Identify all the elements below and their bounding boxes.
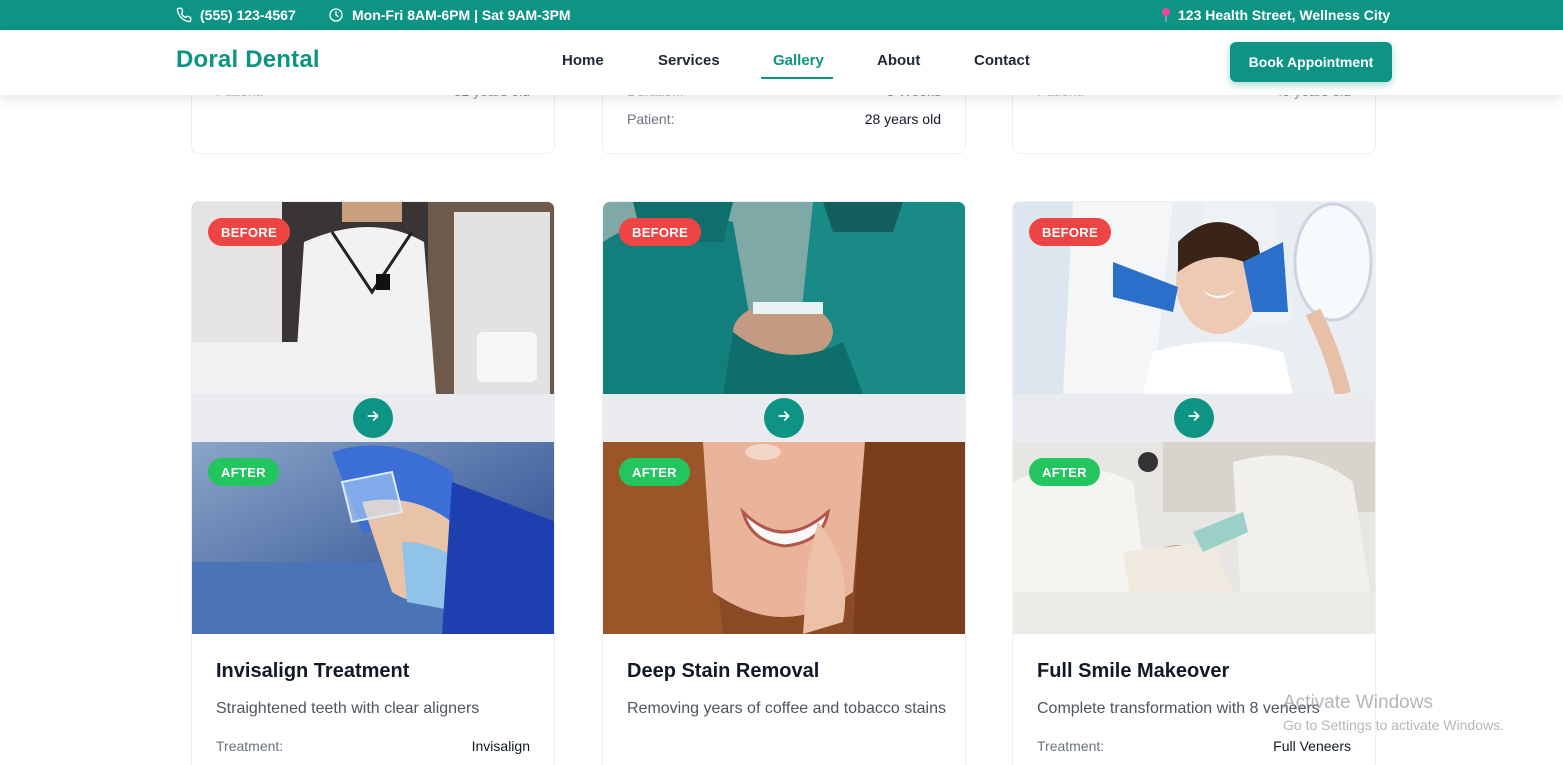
opening-hours: Mon-Fri 8AM-6PM | Sat 9AM-3PM (328, 0, 571, 30)
gallery-card: BEFORE AFTER Invisalign Treatment Straig… (191, 201, 555, 765)
gallery-card: BEFORE AFTER Full Smile Makeover Complet… (1012, 201, 1376, 765)
detail-label: Treatment: (1037, 738, 1105, 754)
hours-text: Mon-Fri 8AM-6PM | Sat 9AM-3PM (352, 7, 571, 23)
site-logo[interactable]: Doral Dental (176, 46, 320, 74)
before-badge: BEFORE (619, 218, 701, 246)
detail-label: Patient: (627, 111, 675, 127)
compare-arrow-button[interactable] (353, 398, 393, 438)
compare-arrow-button[interactable] (764, 398, 804, 438)
nav-services[interactable]: Services (658, 52, 720, 69)
arrow-right-icon (365, 408, 381, 429)
phone-icon (176, 7, 192, 23)
gallery-card: BEFORE AFTER Deep Stain Removal Removing… (602, 201, 966, 765)
active-nav-indicator (761, 77, 833, 79)
watermark-title: Activate Windows (1283, 692, 1433, 713)
arrow-right-icon (776, 408, 792, 429)
phone-contact[interactable]: (555) 123-4567 (176, 0, 296, 30)
card-description: Removing years of coffee and tobacco sta… (627, 700, 946, 717)
compare-arrow-button[interactable] (1174, 398, 1214, 438)
before-badge: BEFORE (1029, 218, 1111, 246)
nav-gallery[interactable]: Gallery (773, 52, 824, 69)
card-detail-row: Treatment: Full Veneers (1037, 738, 1351, 754)
watermark-subtitle: Go to Settings to activate Windows. (1283, 717, 1504, 733)
after-badge: AFTER (208, 458, 279, 486)
detail-value: Invisalign (471, 738, 530, 754)
phone-number: (555) 123-4567 (200, 7, 296, 23)
detail-label: Treatment: (216, 738, 284, 754)
arrow-right-icon (1186, 408, 1202, 429)
nav-contact[interactable]: Contact (974, 52, 1030, 69)
detail-value: Full Veneers (1273, 738, 1351, 754)
card-detail-row: Treatment: Invisalign (216, 738, 530, 754)
card-title: Full Smile Makeover (1037, 660, 1230, 682)
card-title: Invisalign Treatment (216, 660, 410, 682)
nav-home[interactable]: Home (562, 52, 604, 69)
book-appointment-button[interactable]: Book Appointment (1230, 42, 1392, 82)
card-title: Deep Stain Removal (627, 660, 820, 682)
after-badge: AFTER (619, 458, 690, 486)
top-info-bar: (555) 123-4567 Mon-Fri 8AM-6PM | Sat 9AM… (0, 0, 1563, 30)
site-header: Doral Dental Home Services Gallery About… (0, 30, 1563, 95)
detail-value: 28 years old (864, 111, 941, 127)
before-badge: BEFORE (208, 218, 290, 246)
clock-icon (328, 7, 344, 23)
address: 123 Health Street, Wellness City (1160, 0, 1390, 30)
windows-activation-watermark: Activate Windows Go to Settings to activ… (1283, 692, 1504, 733)
card-description: Straightened teeth with clear aligners (216, 700, 480, 717)
nav-about[interactable]: About (877, 52, 920, 69)
address-text: 123 Health Street, Wellness City (1178, 7, 1391, 23)
map-pin-icon (1160, 7, 1172, 23)
after-badge: AFTER (1029, 458, 1100, 486)
